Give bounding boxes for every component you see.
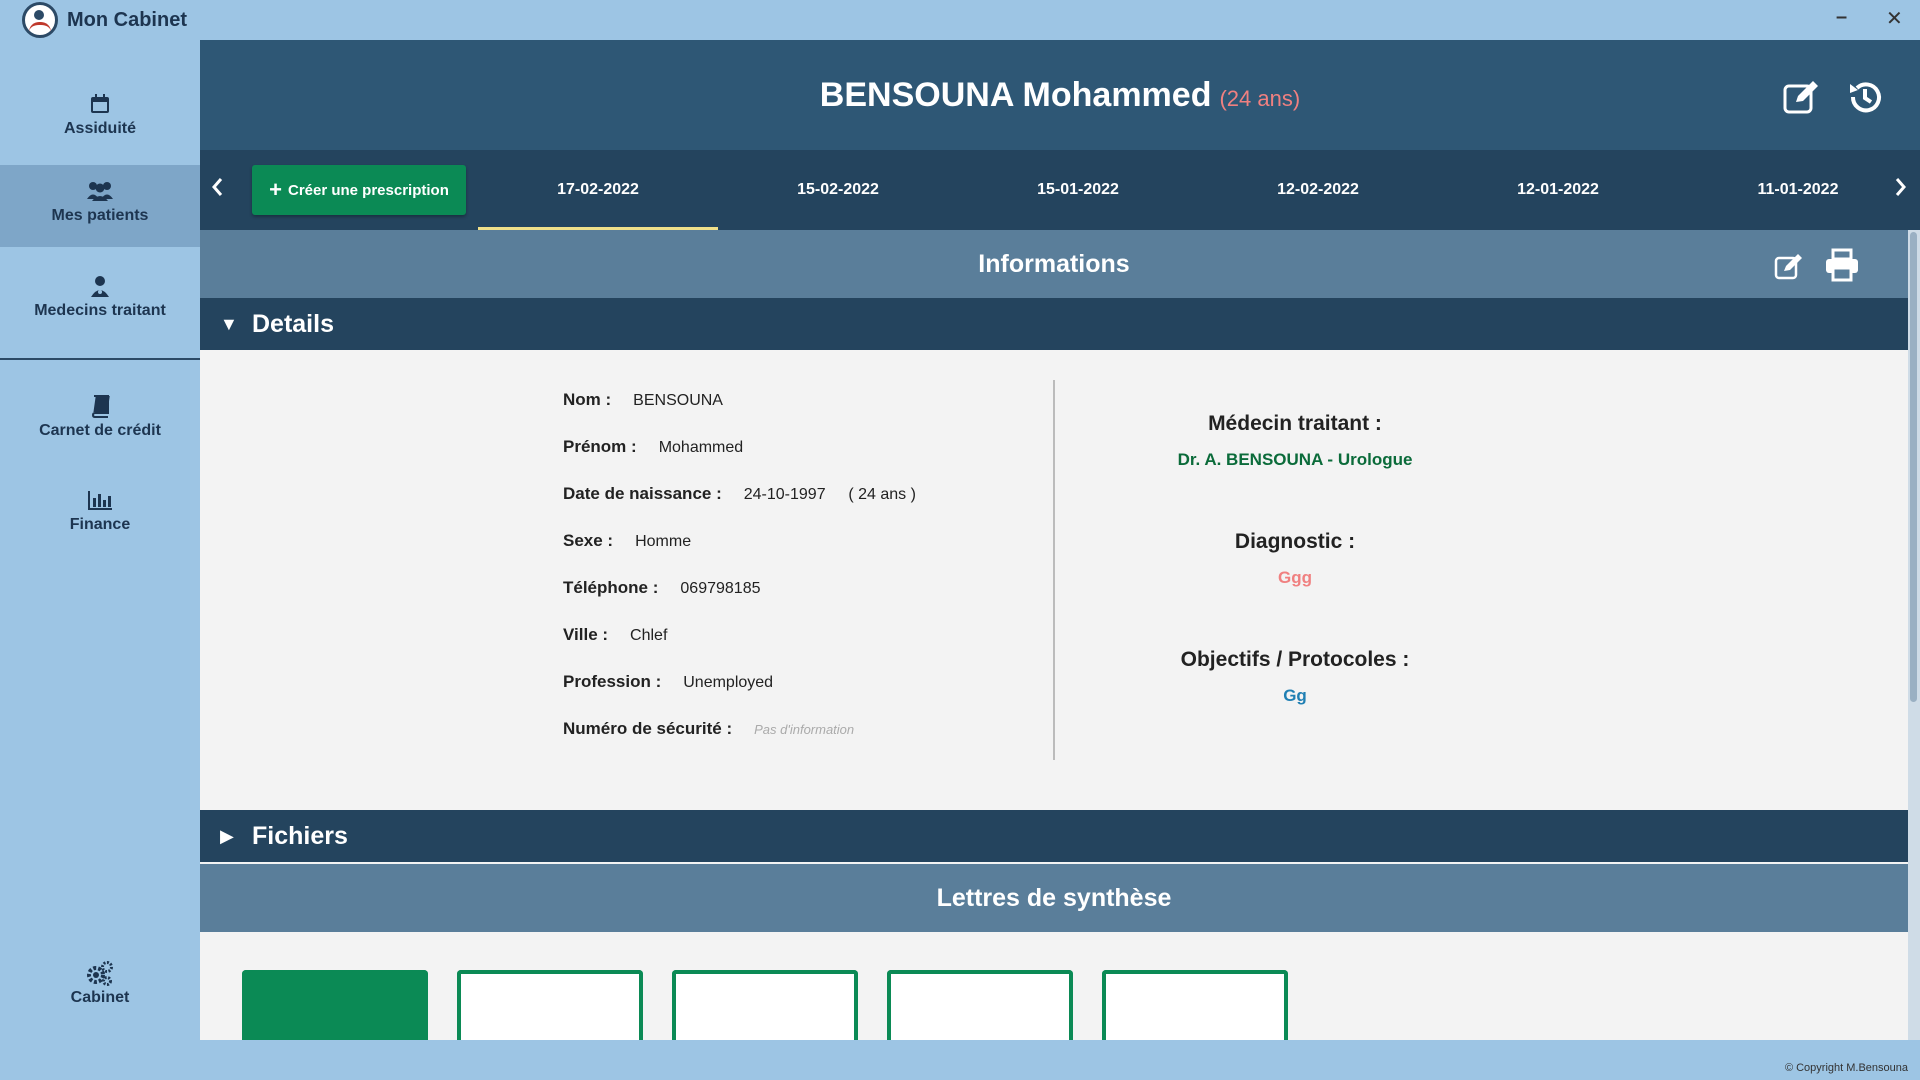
close-button[interactable]: ✕: [1886, 6, 1903, 31]
informations-header: Informations: [200, 230, 1908, 298]
doctor-icon: [0, 274, 200, 298]
date-tab[interactable]: 15-02-2022: [718, 150, 958, 230]
field-age: ( 24 ans ): [848, 486, 916, 503]
lettre-card[interactable]: [457, 970, 643, 1040]
minimize-button[interactable]: –: [1836, 6, 1847, 29]
field-label: Numéro de sécurité :: [563, 719, 733, 738]
sidebar-item-medecins[interactable]: Medecins traitant: [0, 260, 200, 342]
lettres-title: Lettres de synthèse: [936, 884, 1172, 912]
print-icon[interactable]: [1824, 248, 1860, 287]
field-prenom: Prénom : Mohammed: [563, 437, 743, 457]
sidebar-item-cabinet[interactable]: Cabinet: [0, 947, 200, 1029]
patient-age: (24 ans): [1219, 86, 1301, 111]
objectifs-label: Objectifs / Protocoles :: [1180, 648, 1410, 671]
field-value: Homme: [635, 533, 692, 550]
title-bar: Mon Cabinet – ✕: [0, 0, 1920, 40]
date-tab[interactable]: 12-01-2022: [1438, 150, 1678, 230]
chevron-left-icon[interactable]: [210, 176, 224, 204]
copyright: © Copyright M.Bensouna: [1784, 1062, 1908, 1074]
fichiers-toggle[interactable]: ▶ Fichiers: [200, 810, 1908, 862]
field-value: BENSOUNA: [633, 392, 723, 409]
medecin-label: Médecin traitant :: [1208, 412, 1382, 435]
edit-icon[interactable]: [1782, 78, 1820, 116]
sidebar-item-label: Finance: [69, 516, 131, 533]
objectifs-block: Objectifs / Protocoles : Gg: [1055, 648, 1535, 706]
sidebar-item-label: Assiduité: [63, 120, 136, 137]
patient-title: BENSOUNA Mohammed (24 ans): [200, 76, 1920, 115]
field-value: 24-10-1997: [743, 486, 826, 503]
details-toggle[interactable]: ▼ Details: [200, 298, 1908, 350]
field-date-naissance: Date de naissance : 24-10-1997 ( 24 ans ): [563, 484, 916, 504]
informations-title: Informations: [978, 250, 1130, 278]
field-profession: Profession : Unemployed: [563, 672, 773, 692]
field-value: Pas d'information: [754, 722, 855, 737]
users-icon: [0, 179, 200, 203]
lettre-card[interactable]: [242, 970, 428, 1040]
calendar-icon: [0, 92, 200, 116]
fichiers-title: Fichiers: [252, 822, 348, 850]
history-icon[interactable]: [1846, 78, 1884, 116]
field-label: Profession :: [563, 672, 662, 691]
medecin-value: Dr. A. BENSOUNA - Urologue: [1177, 450, 1413, 469]
field-label: Date de naissance :: [563, 484, 722, 503]
details-panel: Nom : BENSOUNA Prénom : Mohammed Date de n…: [200, 350, 1908, 810]
sidebar-item-label: Medecins traitant: [34, 302, 166, 319]
field-value: Unemployed: [683, 674, 774, 691]
sidebar-item-label: Carnet de crédit: [39, 422, 161, 439]
field-securite: Numéro de sécurité : Pas d'information: [563, 719, 854, 739]
diagnostic-block: Diagnostic : Ggg: [1055, 530, 1535, 588]
sidebar-item-finance[interactable]: Finance: [0, 474, 200, 556]
patient-name: BENSOUNA Mohammed: [819, 76, 1212, 114]
field-value: 069798185: [680, 580, 761, 597]
field-label: Ville :: [563, 625, 609, 644]
field-label: Nom :: [563, 390, 612, 409]
field-telephone: Téléphone : 069798185: [563, 578, 761, 598]
patient-header: BENSOUNA Mohammed (24 ans): [200, 40, 1920, 150]
caret-right-icon: ▶: [220, 826, 234, 846]
details-title: Details: [252, 310, 334, 338]
chart-icon: [0, 488, 200, 512]
sidebar: Assiduité Mes patients Medecins traitant…: [0, 40, 200, 1040]
content-area: Informations ▼ Details Nom : BENSOUNA Pré…: [200, 230, 1908, 1040]
date-tab[interactable]: 15-01-2022: [958, 150, 1198, 230]
field-nom: Nom : BENSOUNA: [563, 390, 723, 410]
sidebar-divider: [0, 358, 200, 360]
field-label: Téléphone :: [563, 578, 659, 597]
sidebar-item-mes-patients[interactable]: Mes patients: [0, 165, 200, 247]
chevron-right-icon[interactable]: [1894, 176, 1908, 204]
edit-info-icon[interactable]: [1774, 252, 1804, 285]
create-prescription-label: Créer une prescription: [287, 181, 449, 199]
field-sexe: Sexe : Homme: [563, 531, 691, 551]
create-prescription-button[interactable]: + Créer une prescription: [252, 165, 466, 215]
field-ville: Ville : Chlef: [563, 625, 667, 645]
lettres-header: Lettres de synthèse: [200, 864, 1908, 932]
date-tab[interactable]: 11-01-2022: [1678, 150, 1918, 230]
sidebar-item-assiduite[interactable]: Assiduité: [0, 78, 200, 160]
date-tab[interactable]: 17-02-2022: [478, 150, 718, 230]
app-logo: [22, 2, 58, 38]
sidebar-item-carnet[interactable]: Carnet de crédit: [0, 380, 200, 462]
consultation-date-bar: + Créer une prescription 17-02-2022 15-0…: [200, 150, 1920, 230]
medecin-traitant-block: Médecin traitant : Dr. A. BENSOUNA - Uro…: [1055, 412, 1535, 470]
diagnostic-value: Ggg: [1278, 568, 1312, 587]
date-tab[interactable]: 12-02-2022: [1198, 150, 1438, 230]
book-icon: [0, 394, 200, 418]
scrollbar-thumb[interactable]: [1910, 232, 1917, 702]
lettre-card[interactable]: [1102, 970, 1288, 1040]
field-value: Chlef: [630, 627, 668, 644]
app-title: Mon Cabinet: [67, 9, 187, 31]
gears-icon: [0, 961, 200, 986]
sidebar-item-label: Cabinet: [70, 989, 130, 1006]
field-label: Prénom :: [563, 437, 637, 456]
diagnostic-label: Diagnostic :: [1234, 530, 1356, 553]
sidebar-item-label: Mes patients: [51, 207, 149, 224]
lettre-card[interactable]: [887, 970, 1073, 1040]
caret-down-icon: ▼: [220, 314, 238, 334]
lettre-card[interactable]: [672, 970, 858, 1040]
field-value: Mohammed: [658, 439, 744, 456]
objectifs-value: Gg: [1283, 686, 1307, 705]
plus-icon: +: [269, 177, 282, 202]
field-label: Sexe :: [563, 531, 614, 550]
